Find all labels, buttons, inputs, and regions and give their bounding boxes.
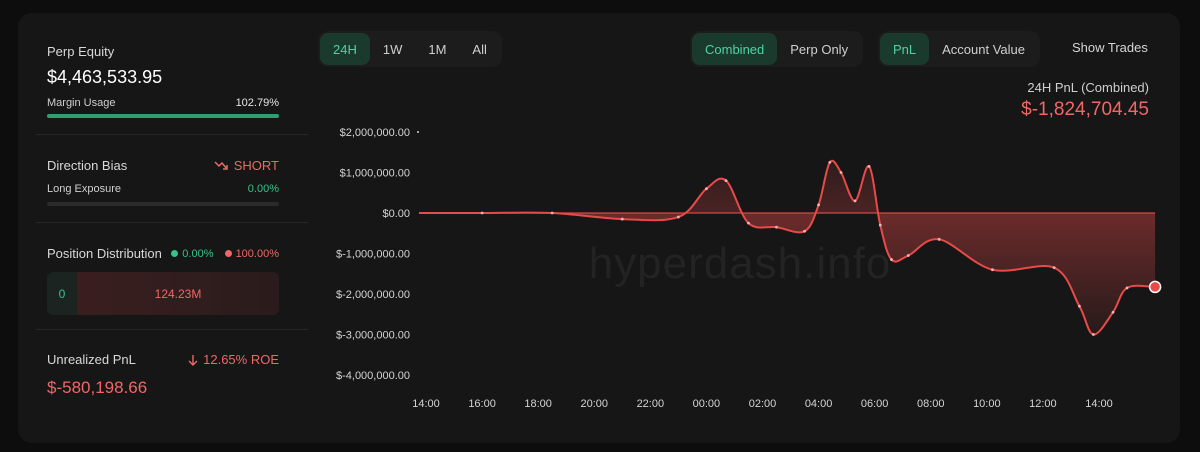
data-point	[817, 203, 820, 207]
data-point	[828, 160, 832, 164]
x-tick-label: 20:00	[580, 398, 608, 410]
current-value-marker	[1148, 280, 1162, 294]
data-point	[1125, 286, 1129, 290]
data-point	[724, 179, 728, 183]
y-tick-label: $1,000,000.00	[340, 168, 410, 180]
data-point	[1111, 310, 1115, 314]
x-tick-label: 22:00	[637, 398, 665, 410]
y-tick-label: $-4,000,000.00	[336, 370, 410, 382]
data-point	[937, 237, 941, 241]
data-point	[705, 187, 708, 191]
data-point	[1052, 266, 1056, 270]
axis-marker	[417, 131, 419, 133]
x-tick-label: 00:00	[693, 398, 721, 410]
data-point	[1077, 304, 1081, 308]
x-tick-label: 14:00	[412, 398, 440, 410]
data-point	[480, 211, 484, 215]
x-tick-label: 16:00	[468, 398, 496, 410]
watermark-text: hyperdash.info	[589, 239, 892, 288]
x-tick-label: 14:00	[1085, 398, 1113, 410]
data-point	[620, 217, 624, 221]
y-tick-label: $-2,000,000.00	[336, 289, 410, 301]
x-tick-label: 10:00	[973, 398, 1001, 410]
data-point	[676, 215, 680, 219]
data-point	[775, 225, 778, 229]
data-point	[878, 223, 882, 227]
pnl-chart[interactable]: hyperdash.info $2,000,000.00 $1,000,000.00…	[0, 0, 1200, 452]
data-point	[1091, 333, 1095, 336]
data-point	[803, 229, 806, 233]
x-tick-label: 08:00	[917, 398, 945, 410]
x-tick-label: 02:00	[749, 398, 777, 410]
y-tick-label: $-1,000,000.00	[336, 249, 410, 261]
x-tick-label: 04:00	[805, 398, 833, 410]
data-point	[890, 258, 893, 261]
data-point	[839, 171, 843, 174]
x-tick-label: 18:00	[524, 398, 552, 410]
data-point	[991, 268, 994, 272]
y-tick-label: $2,000,000.00	[340, 127, 410, 139]
data-point	[853, 199, 857, 203]
y-tick-label: $-3,000,000.00	[336, 330, 410, 342]
data-point	[550, 211, 554, 215]
data-point	[906, 254, 910, 257]
x-tick-label: 12:00	[1029, 398, 1057, 410]
data-point	[867, 165, 871, 168]
y-tick-label: $0.00	[382, 208, 410, 220]
x-tick-label: 06:00	[861, 398, 889, 410]
data-point	[747, 221, 750, 225]
